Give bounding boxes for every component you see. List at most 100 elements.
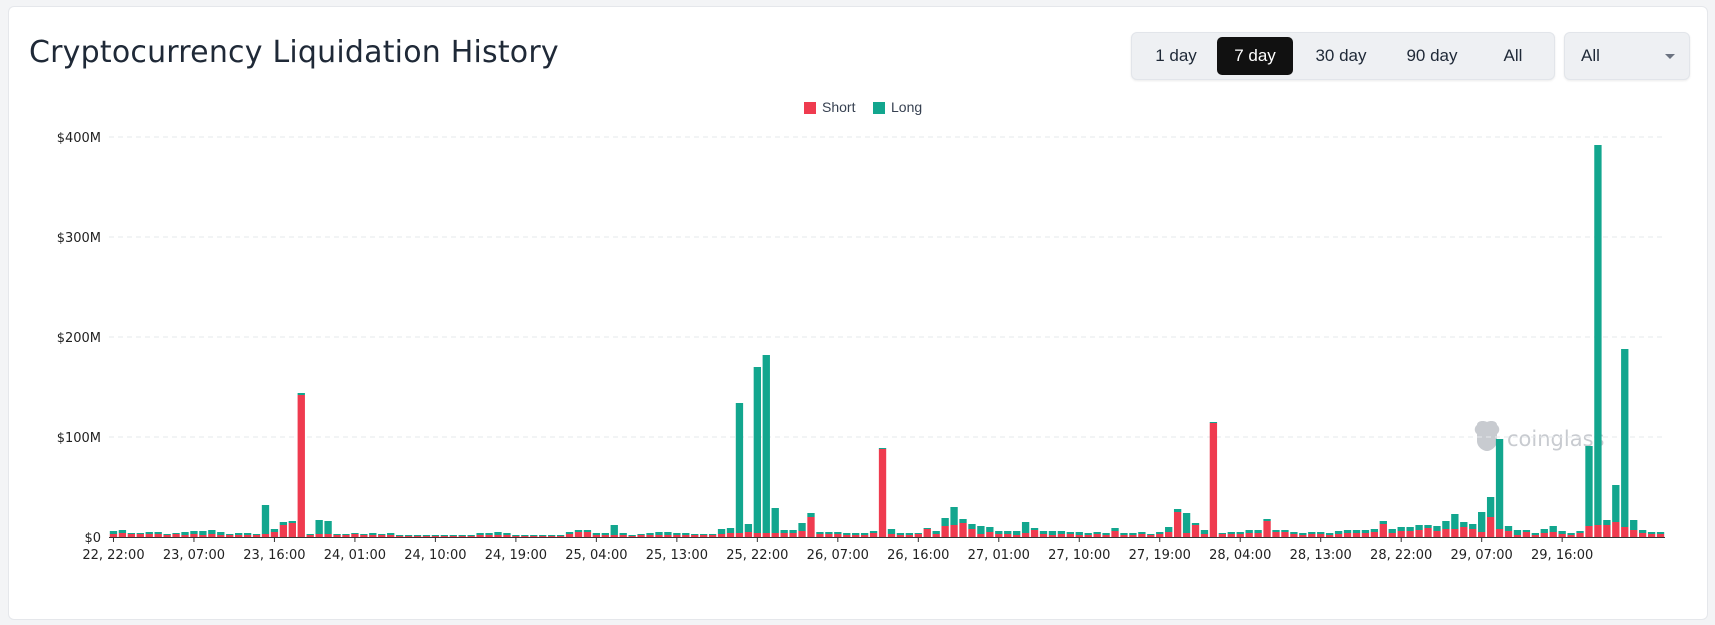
bar-long [834, 532, 842, 534]
bar-long [1030, 528, 1039, 530]
bar-long [1460, 522, 1468, 527]
bar-long [118, 530, 127, 533]
bar-short [574, 532, 583, 537]
bar-short [1057, 534, 1066, 537]
y-tick-label: $0 [84, 531, 101, 546]
bar-short [395, 536, 404, 537]
bar-long [512, 535, 520, 536]
x-tick-label: 25, 13:00 [646, 548, 708, 563]
bar-short [226, 535, 234, 537]
bar-long [1495, 439, 1504, 529]
bar-long [1433, 526, 1441, 531]
bar-short [887, 534, 896, 537]
bar-short [798, 531, 806, 537]
bar-short [1406, 531, 1414, 537]
bar-short [968, 529, 976, 537]
bar-short [1638, 533, 1647, 537]
x-tick-label: 27, 01:00 [968, 548, 1030, 563]
bar-long [1576, 531, 1584, 533]
bar-long [1567, 533, 1575, 535]
bar-short [950, 525, 958, 537]
bar-short [476, 535, 484, 537]
bar-short [181, 535, 189, 537]
bar-long [1442, 521, 1450, 529]
bar-short [1379, 524, 1387, 537]
bar-long [1549, 526, 1557, 532]
bar-long [565, 532, 574, 534]
x-tick-label: 28, 22:00 [1370, 548, 1432, 563]
bar-long [887, 529, 896, 534]
bar-short [1361, 533, 1370, 537]
bar-short [1585, 526, 1593, 537]
bar-long [708, 534, 717, 535]
bar-short [655, 535, 663, 537]
bar-long [1352, 530, 1361, 533]
bar-long [896, 533, 905, 535]
bar-long [1057, 531, 1066, 534]
bar-long [547, 535, 556, 536]
bar-long [431, 535, 440, 536]
bar-long [369, 533, 377, 535]
bar-long [1263, 519, 1271, 521]
bar-short [941, 526, 949, 537]
bar-long [217, 532, 225, 535]
bar-short [306, 535, 314, 537]
bar-long [1299, 533, 1307, 535]
bar-long [1200, 530, 1209, 534]
bar-short [1478, 532, 1486, 537]
bar-long [1343, 530, 1352, 533]
bar-long [270, 529, 279, 532]
bar-short [860, 535, 869, 537]
y-tick-label: $300M [57, 231, 101, 246]
bar-short [1397, 531, 1405, 537]
bar-short [1200, 534, 1209, 537]
bar-long [932, 531, 940, 534]
bar-long [1272, 530, 1280, 532]
bar-long [1513, 530, 1522, 535]
bar-long [476, 533, 484, 535]
bar-short [539, 536, 547, 537]
bar-long [1111, 528, 1119, 531]
bar-long [735, 403, 744, 533]
bar-long [1129, 533, 1137, 535]
bar-long [753, 367, 761, 533]
bar-short [1218, 534, 1227, 537]
bar-short [1111, 531, 1119, 537]
bar-long [226, 534, 234, 535]
bar-long [449, 535, 457, 536]
bar-long [279, 522, 288, 525]
bar-short [1004, 534, 1012, 537]
bar-long [440, 535, 449, 536]
bar-long [700, 534, 708, 535]
bar-short [1191, 525, 1200, 537]
x-tick-label: 28, 04:00 [1209, 548, 1271, 563]
bar-short [512, 536, 520, 537]
bar-short [995, 534, 1003, 537]
bar-long [762, 355, 770, 533]
bar-short [387, 535, 395, 537]
bar-long [977, 526, 985, 534]
bar-short [136, 534, 144, 537]
bar-short [852, 535, 860, 537]
bar-short [1254, 533, 1262, 537]
bar-long [726, 528, 735, 533]
bar-long [995, 531, 1003, 534]
bar-long [682, 533, 690, 535]
bar-long [780, 530, 788, 533]
bar-short [413, 536, 422, 537]
bar-long [1066, 532, 1074, 534]
y-tick-label: $100M [57, 431, 101, 446]
bar-long [637, 534, 645, 535]
bar-long [798, 523, 806, 531]
bar-long [378, 534, 386, 535]
bar-short [1630, 530, 1638, 537]
bar-long [181, 532, 189, 535]
bar-short [1156, 534, 1164, 537]
bar-long [601, 533, 609, 535]
bar-long [539, 535, 547, 536]
bar-short [959, 523, 967, 537]
bar-short [619, 535, 627, 537]
bar-short [270, 532, 279, 537]
bar-short [923, 529, 931, 537]
bar-long [1147, 534, 1155, 535]
